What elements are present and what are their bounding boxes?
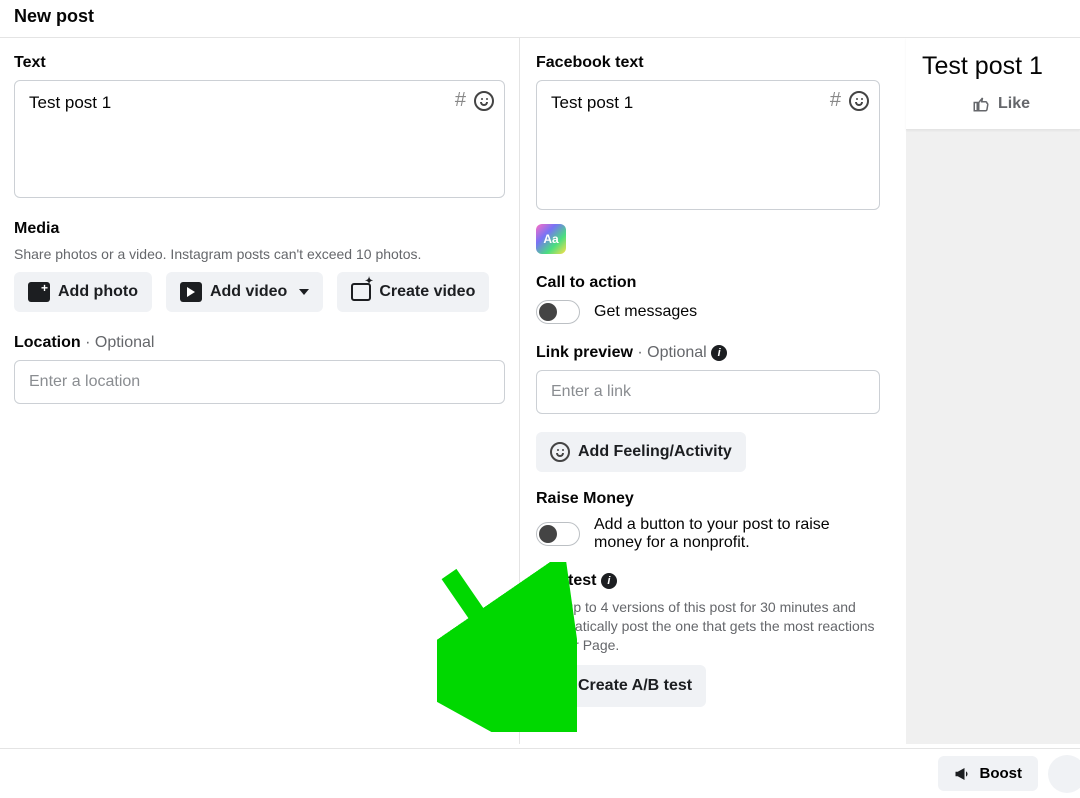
text-label: Text <box>14 54 505 72</box>
get-messages-toggle[interactable] <box>536 300 580 324</box>
raise-money-label: Raise Money <box>536 490 906 508</box>
location-input[interactable] <box>14 360 505 404</box>
add-photo-button[interactable]: Add photo <box>14 272 152 312</box>
preview-column: Test post 1 Like <box>906 38 1080 744</box>
background-style-button[interactable]: Aa <box>536 224 566 254</box>
add-photo-label: Add photo <box>58 283 138 301</box>
hashtag-icon[interactable]: # <box>830 89 841 112</box>
info-icon[interactable]: i <box>601 573 617 589</box>
header: New post <box>0 0 1080 38</box>
boost-button[interactable]: Boost <box>938 756 1039 791</box>
emoji-icon[interactable] <box>849 91 869 111</box>
like-icon <box>972 95 990 113</box>
ab-test-button-label: Create A/B test <box>578 677 692 695</box>
fb-text-input[interactable]: Test post 1 # <box>536 80 880 210</box>
like-label: Like <box>998 95 1030 113</box>
add-feeling-label: Add Feeling/Activity <box>578 443 732 461</box>
chevron-down-icon <box>299 289 309 295</box>
page-title: New post <box>14 6 1066 27</box>
preview-text: Test post 1 <box>922 52 1080 81</box>
text-content: Test post 1 <box>29 93 490 113</box>
ab-test-label: A/B test i <box>536 572 906 590</box>
footer-extra-button[interactable] <box>1048 755 1080 793</box>
main-text-input[interactable]: Test post 1 # <box>14 80 505 198</box>
add-feeling-button[interactable]: Add Feeling/Activity <box>536 432 746 472</box>
raise-money-text: Add a button to your post to raise money… <box>594 516 866 552</box>
ab-test-description: Test up to 4 versions of this post for 3… <box>536 598 880 655</box>
like-button[interactable]: Like <box>922 95 1080 117</box>
cta-label: Call to action <box>536 274 906 292</box>
photo-icon <box>28 282 50 302</box>
link-input[interactable] <box>536 370 880 414</box>
create-video-label: Create video <box>379 283 475 301</box>
media-label: Media <box>14 220 505 238</box>
bullhorn-icon <box>954 766 972 782</box>
create-ab-test-button[interactable]: Create A/B test <box>536 665 706 707</box>
add-video-label: Add video <box>210 283 287 301</box>
create-video-button[interactable]: Create video <box>337 272 489 312</box>
location-label: Location · Optional <box>14 334 505 352</box>
post-preview-card: Test post 1 Like <box>906 38 1080 130</box>
emoji-icon[interactable] <box>474 91 494 111</box>
get-messages-label: Get messages <box>594 303 697 321</box>
footer: Boost <box>0 748 1080 798</box>
video-icon <box>180 282 202 302</box>
boost-label: Boost <box>980 765 1023 782</box>
flask-icon <box>550 675 570 697</box>
info-icon[interactable]: i <box>711 345 727 361</box>
media-subtext: Share photos or a video. Instagram posts… <box>14 246 505 262</box>
fb-text-label: Facebook text <box>536 54 906 72</box>
raise-money-toggle[interactable] <box>536 522 580 546</box>
fb-text-content: Test post 1 <box>551 93 865 113</box>
create-video-icon <box>351 283 371 301</box>
emoji-icon <box>550 442 570 462</box>
hashtag-icon[interactable]: # <box>455 89 466 112</box>
right-column: Facebook text Test post 1 # Aa Call to a… <box>520 38 906 744</box>
left-column: Text Test post 1 # Media Share photos or… <box>0 38 520 744</box>
add-video-button[interactable]: Add video <box>166 272 323 312</box>
link-preview-label: Link preview · Optional i <box>536 344 906 362</box>
